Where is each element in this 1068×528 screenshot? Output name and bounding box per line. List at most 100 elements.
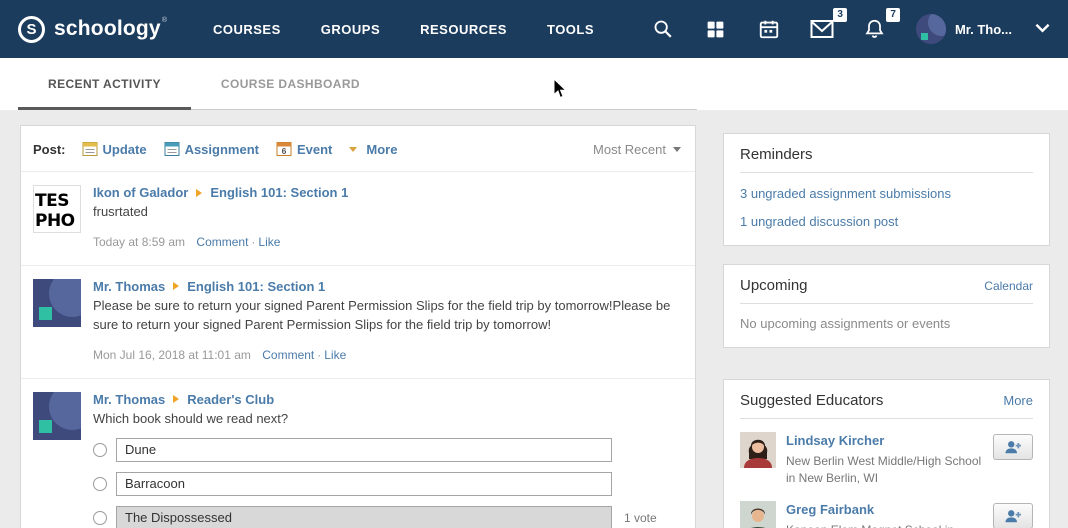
chevron-down-icon[interactable] xyxy=(1035,20,1050,38)
feed-item-update: Mr. Thomas English 101: Section 1 Please… xyxy=(21,265,695,378)
poll-option-row: Barracoon xyxy=(93,472,681,496)
post-assignment-button[interactable]: Assignment xyxy=(164,141,259,157)
notifications-badge[interactable]: 7 xyxy=(886,8,900,22)
educator-info: Greg Fairbank Kanoon Elem Magnet School … xyxy=(786,501,983,528)
course-link[interactable]: English 101: Section 1 xyxy=(187,279,325,294)
author-line: Ikon of Galador English 101: Section 1 xyxy=(93,185,681,200)
feed-item-content: Mr. Thomas English 101: Section 1 Please… xyxy=(93,279,681,362)
assignment-icon xyxy=(164,141,180,157)
comment-link[interactable]: Comment xyxy=(196,235,248,249)
schoology-logo[interactable]: S schoology® xyxy=(18,16,167,43)
messages-badge[interactable]: 3 xyxy=(833,8,847,22)
breadcrumb-arrow-icon xyxy=(196,189,202,197)
schoology-wordmark: schoology® xyxy=(54,17,167,41)
breadcrumb-arrow-icon xyxy=(173,395,179,403)
poll-question: Which book should we read next? xyxy=(93,410,681,429)
post-more-button[interactable]: More xyxy=(349,142,397,157)
upcoming-title: Upcoming xyxy=(740,277,808,294)
author-link[interactable]: Ikon of Galador xyxy=(93,185,188,200)
nav-groups[interactable]: GROUPS xyxy=(321,22,380,37)
ungraded-discussion-link[interactable]: 1 ungraded discussion post xyxy=(740,214,1033,229)
comment-link[interactable]: Comment xyxy=(262,348,314,362)
author-link[interactable]: Mr. Thomas xyxy=(93,392,165,407)
post-label: Post: xyxy=(33,142,66,157)
like-link[interactable]: Like xyxy=(258,235,280,249)
educator-school: New Berlin West Middle/High School in Ne… xyxy=(786,453,983,488)
author-avatar[interactable] xyxy=(33,279,81,327)
educator-avatar[interactable] xyxy=(740,432,776,468)
add-connection-button[interactable] xyxy=(993,503,1033,528)
user-name: Mr. Tho... xyxy=(955,22,1012,37)
suggested-educators-title: Suggested Educators xyxy=(740,392,883,409)
nav-courses[interactable]: COURSES xyxy=(213,22,281,37)
tab-course-dashboard[interactable]: COURSE DASHBOARD xyxy=(191,58,390,109)
post-event-button[interactable]: 6 Event xyxy=(276,141,332,157)
calendar-icon[interactable] xyxy=(757,17,781,41)
educator-name-link[interactable]: Lindsay Kircher xyxy=(786,433,884,448)
poll-option-row: The Dispossessed 1 vote xyxy=(93,506,681,528)
post-update-button[interactable]: Update xyxy=(82,141,147,157)
header-tools: 3 7 Mr. Tho... xyxy=(651,14,1050,44)
schoology-logo-icon: S xyxy=(18,16,45,43)
like-link[interactable]: Like xyxy=(324,348,346,362)
feed-item-content: Ikon of Galador English 101: Section 1 f… xyxy=(93,185,681,249)
activity-feed-card: Post: Update Assignment 6 Event More Mos… xyxy=(20,125,696,528)
tab-recent-activity[interactable]: RECENT ACTIVITY xyxy=(18,58,191,109)
poll-option[interactable]: The Dispossessed xyxy=(116,506,612,528)
author-link[interactable]: Mr. Thomas xyxy=(93,279,165,294)
educator-row: Greg Fairbank Kanoon Elem Magnet School … xyxy=(740,501,1033,528)
search-icon[interactable] xyxy=(651,17,675,41)
event-icon: 6 xyxy=(276,141,292,157)
poll-votes: 1 vote xyxy=(624,511,657,525)
educator-school: Kanoon Elem Magnet School in Chicago, IL xyxy=(786,522,983,528)
poll-option-row: Dune xyxy=(93,438,681,462)
reminders-title: Reminders xyxy=(740,146,813,163)
calendar-link[interactable]: Calendar xyxy=(984,279,1033,293)
author-line: Mr. Thomas English 101: Section 1 xyxy=(93,279,681,294)
person-plus-icon xyxy=(1004,439,1022,455)
card-header: Suggested Educators More xyxy=(740,392,1033,419)
post-timestamp: Mon Jul 16, 2018 at 11:01 am xyxy=(93,348,251,362)
card-header: Reminders xyxy=(740,146,1033,173)
post-footer: Today at 8:59 am Comment·Like xyxy=(93,235,681,249)
card-header: Upcoming Calendar xyxy=(740,277,1033,304)
top-navigation-bar: S schoology® COURSES GROUPS RESOURCES TO… xyxy=(0,0,1068,58)
author-line: Mr. Thomas Reader's Club xyxy=(93,392,681,407)
upcoming-card: Upcoming Calendar No upcoming assignment… xyxy=(723,264,1050,348)
upcoming-empty-text: No upcoming assignments or events xyxy=(740,316,1033,331)
post-bar: Post: Update Assignment 6 Event More Mos… xyxy=(21,126,695,171)
notifications-bell-icon[interactable]: 7 xyxy=(863,17,887,41)
poll-option[interactable]: Dune xyxy=(116,438,612,462)
author-avatar[interactable] xyxy=(33,392,81,440)
apps-grid-icon[interactable] xyxy=(704,17,728,41)
poll-radio[interactable] xyxy=(93,477,107,491)
educator-avatar[interactable] xyxy=(740,501,776,528)
feed-item-content: Mr. Thomas Reader's Club Which book shou… xyxy=(93,392,681,528)
sort-caret-icon xyxy=(673,147,681,152)
feed-item-poll: Mr. Thomas Reader's Club Which book shou… xyxy=(21,378,695,528)
educator-name-link[interactable]: Greg Fairbank xyxy=(786,502,874,517)
user-menu[interactable]: Mr. Tho... xyxy=(916,14,1050,44)
poll-radio[interactable] xyxy=(93,443,107,457)
tab-strip: RECENT ACTIVITY COURSE DASHBOARD xyxy=(18,58,697,110)
post-text: Please be sure to return your signed Par… xyxy=(93,297,681,335)
post-timestamp: Today at 8:59 am xyxy=(93,235,185,249)
messages-icon[interactable]: 3 xyxy=(810,17,834,41)
logo-letter: S xyxy=(26,21,36,38)
sort-dropdown[interactable]: Most Recent xyxy=(593,142,681,157)
add-connection-button[interactable] xyxy=(993,434,1033,460)
more-educators-link[interactable]: More xyxy=(1003,393,1033,408)
educator-info: Lindsay Kircher New Berlin West Middle/H… xyxy=(786,432,983,488)
user-avatar xyxy=(916,14,946,44)
primary-nav: COURSES GROUPS RESOURCES TOOLS xyxy=(213,22,594,37)
course-link[interactable]: Reader's Club xyxy=(187,392,274,407)
post-text: frusrtated xyxy=(93,203,681,222)
nav-resources[interactable]: RESOURCES xyxy=(420,22,507,37)
course-link[interactable]: English 101: Section 1 xyxy=(210,185,348,200)
poll: Dune Barracoon The Dispossessed 1 vote R… xyxy=(93,438,681,528)
poll-radio[interactable] xyxy=(93,511,107,525)
ungraded-assignments-link[interactable]: 3 ungraded assignment submissions xyxy=(740,186,1033,201)
poll-option[interactable]: Barracoon xyxy=(116,472,612,496)
author-avatar[interactable]: TES PHO xyxy=(33,185,81,233)
nav-tools[interactable]: TOOLS xyxy=(547,22,594,37)
